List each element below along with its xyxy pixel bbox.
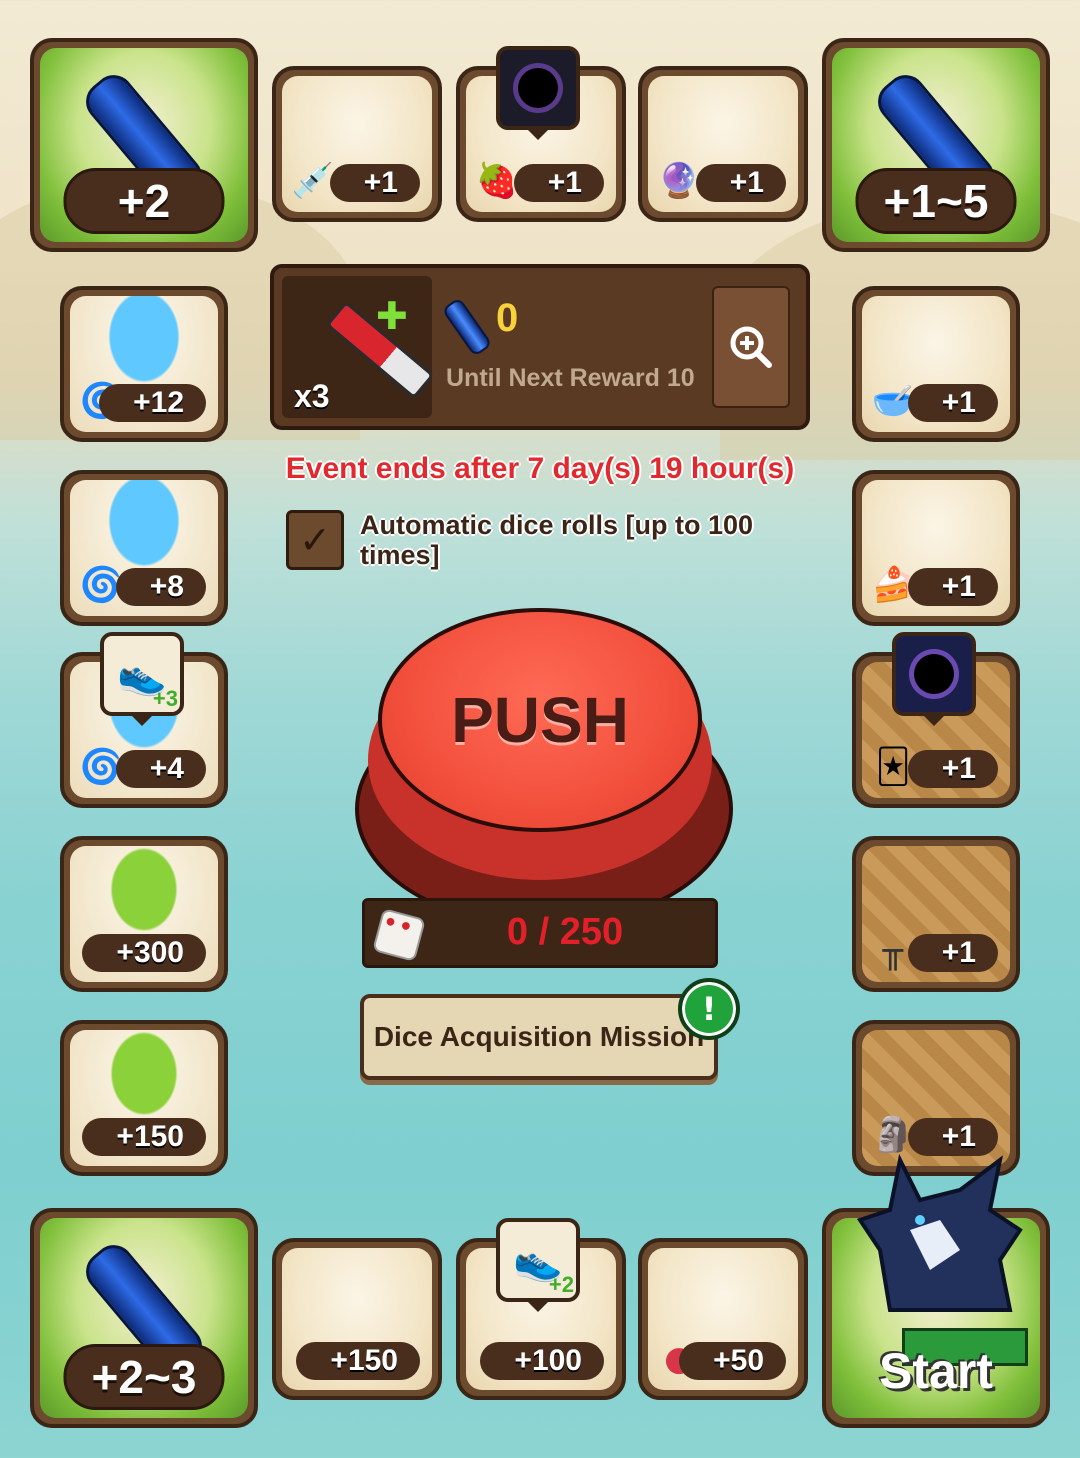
alert-mark: !	[701, 990, 717, 1028]
pin-text: +2	[548, 1272, 574, 1297]
pin-text: +3	[152, 686, 178, 711]
blue-bat-icon	[441, 296, 493, 358]
tile-reward-value: +8	[115, 568, 206, 606]
tile-pin-black-hole	[892, 632, 976, 716]
tile-reward-value: +300	[82, 934, 206, 972]
reward-multiplier: x3	[294, 378, 330, 414]
push-button[interactable]: PUSH	[378, 608, 702, 832]
board-tile: 🌀 +8	[60, 470, 228, 626]
tile-reward-value: +1	[695, 164, 786, 202]
corner-tile-top-left: +2	[30, 38, 258, 252]
tile-reward-value: +2	[63, 168, 225, 234]
alert-badge-icon: !	[678, 978, 740, 1040]
tile-pin-shoe: 👟 +3	[100, 632, 184, 716]
tile-reward-value: +1~5	[855, 168, 1017, 234]
reward-item-slot: ✚ x3	[282, 276, 435, 418]
dice-progress-text: 0 / 250	[506, 911, 624, 953]
tile-reward-value: +2~3	[63, 1344, 225, 1410]
black-hole-icon	[914, 654, 954, 694]
black-hole-icon	[518, 68, 558, 108]
mission-label: Dice Acquisition Mission	[373, 1021, 705, 1052]
tile-reward-value: +150	[82, 1118, 206, 1156]
board-tile: 🌀 +12	[60, 286, 228, 442]
board-tile: 🔮 +1	[638, 66, 808, 222]
board-tile: 🥣 +1	[852, 286, 1020, 442]
zoom-button[interactable]	[712, 286, 790, 408]
magnifier-plus-icon	[730, 326, 772, 368]
board-tile: ● +150	[272, 1238, 442, 1400]
tile-pin-shoe: 👟 +2	[496, 1218, 580, 1302]
tile-reward-value: +50	[679, 1342, 786, 1380]
tile-reward-value: +1	[907, 568, 998, 606]
tile-pin-black-hole	[496, 46, 580, 130]
board-tile: ◆ +150	[60, 1020, 228, 1176]
board-tile: ╥ +1	[852, 836, 1020, 992]
next-reward-text: Until Next Reward 10	[446, 364, 695, 392]
bat-count: 0	[496, 296, 519, 340]
tile-reward-value: +1	[513, 164, 604, 202]
tile-reward-value: +100	[480, 1342, 604, 1380]
board-tile: 🍰 +1	[852, 470, 1020, 626]
dice-progress-bar: 0 / 250	[362, 898, 718, 968]
sparkle-icon: ✚	[376, 294, 408, 338]
auto-roll-label: Automatic dice rolls [up to 100 times]	[360, 510, 754, 570]
start-label: Start	[879, 1343, 993, 1399]
board-tile: ◆ +300	[60, 836, 228, 992]
tile-reward-value: +1	[907, 750, 998, 788]
board-tile: ● +50	[638, 1238, 808, 1400]
board-tile: 💉 +1	[272, 66, 442, 222]
tile-reward-value: +150	[296, 1342, 420, 1380]
push-label: PUSH	[451, 684, 629, 756]
corner-tile-top-right: +1~5	[822, 38, 1050, 252]
tile-reward-value: +12	[99, 384, 206, 422]
tile-reward-value: +1	[329, 164, 420, 202]
corner-tile-bottom-left: +2~3	[30, 1208, 258, 1428]
checkmark-icon: ✓	[299, 518, 331, 562]
tile-reward-value: +1	[907, 934, 998, 972]
tile-reward-value: +4	[115, 750, 206, 788]
dice-mission-button[interactable]: Dice Acquisition Mission	[360, 994, 718, 1080]
event-countdown-text: Event ends after 7 day(s) 19 hour(s)	[285, 452, 795, 485]
auto-roll-checkbox[interactable]: ✓	[286, 510, 344, 570]
dragon-character	[856, 1153, 1023, 1312]
tile-reward-value: +1	[907, 384, 998, 422]
reward-panel: ✚ x3 0 Until Next Reward 10	[270, 264, 810, 430]
